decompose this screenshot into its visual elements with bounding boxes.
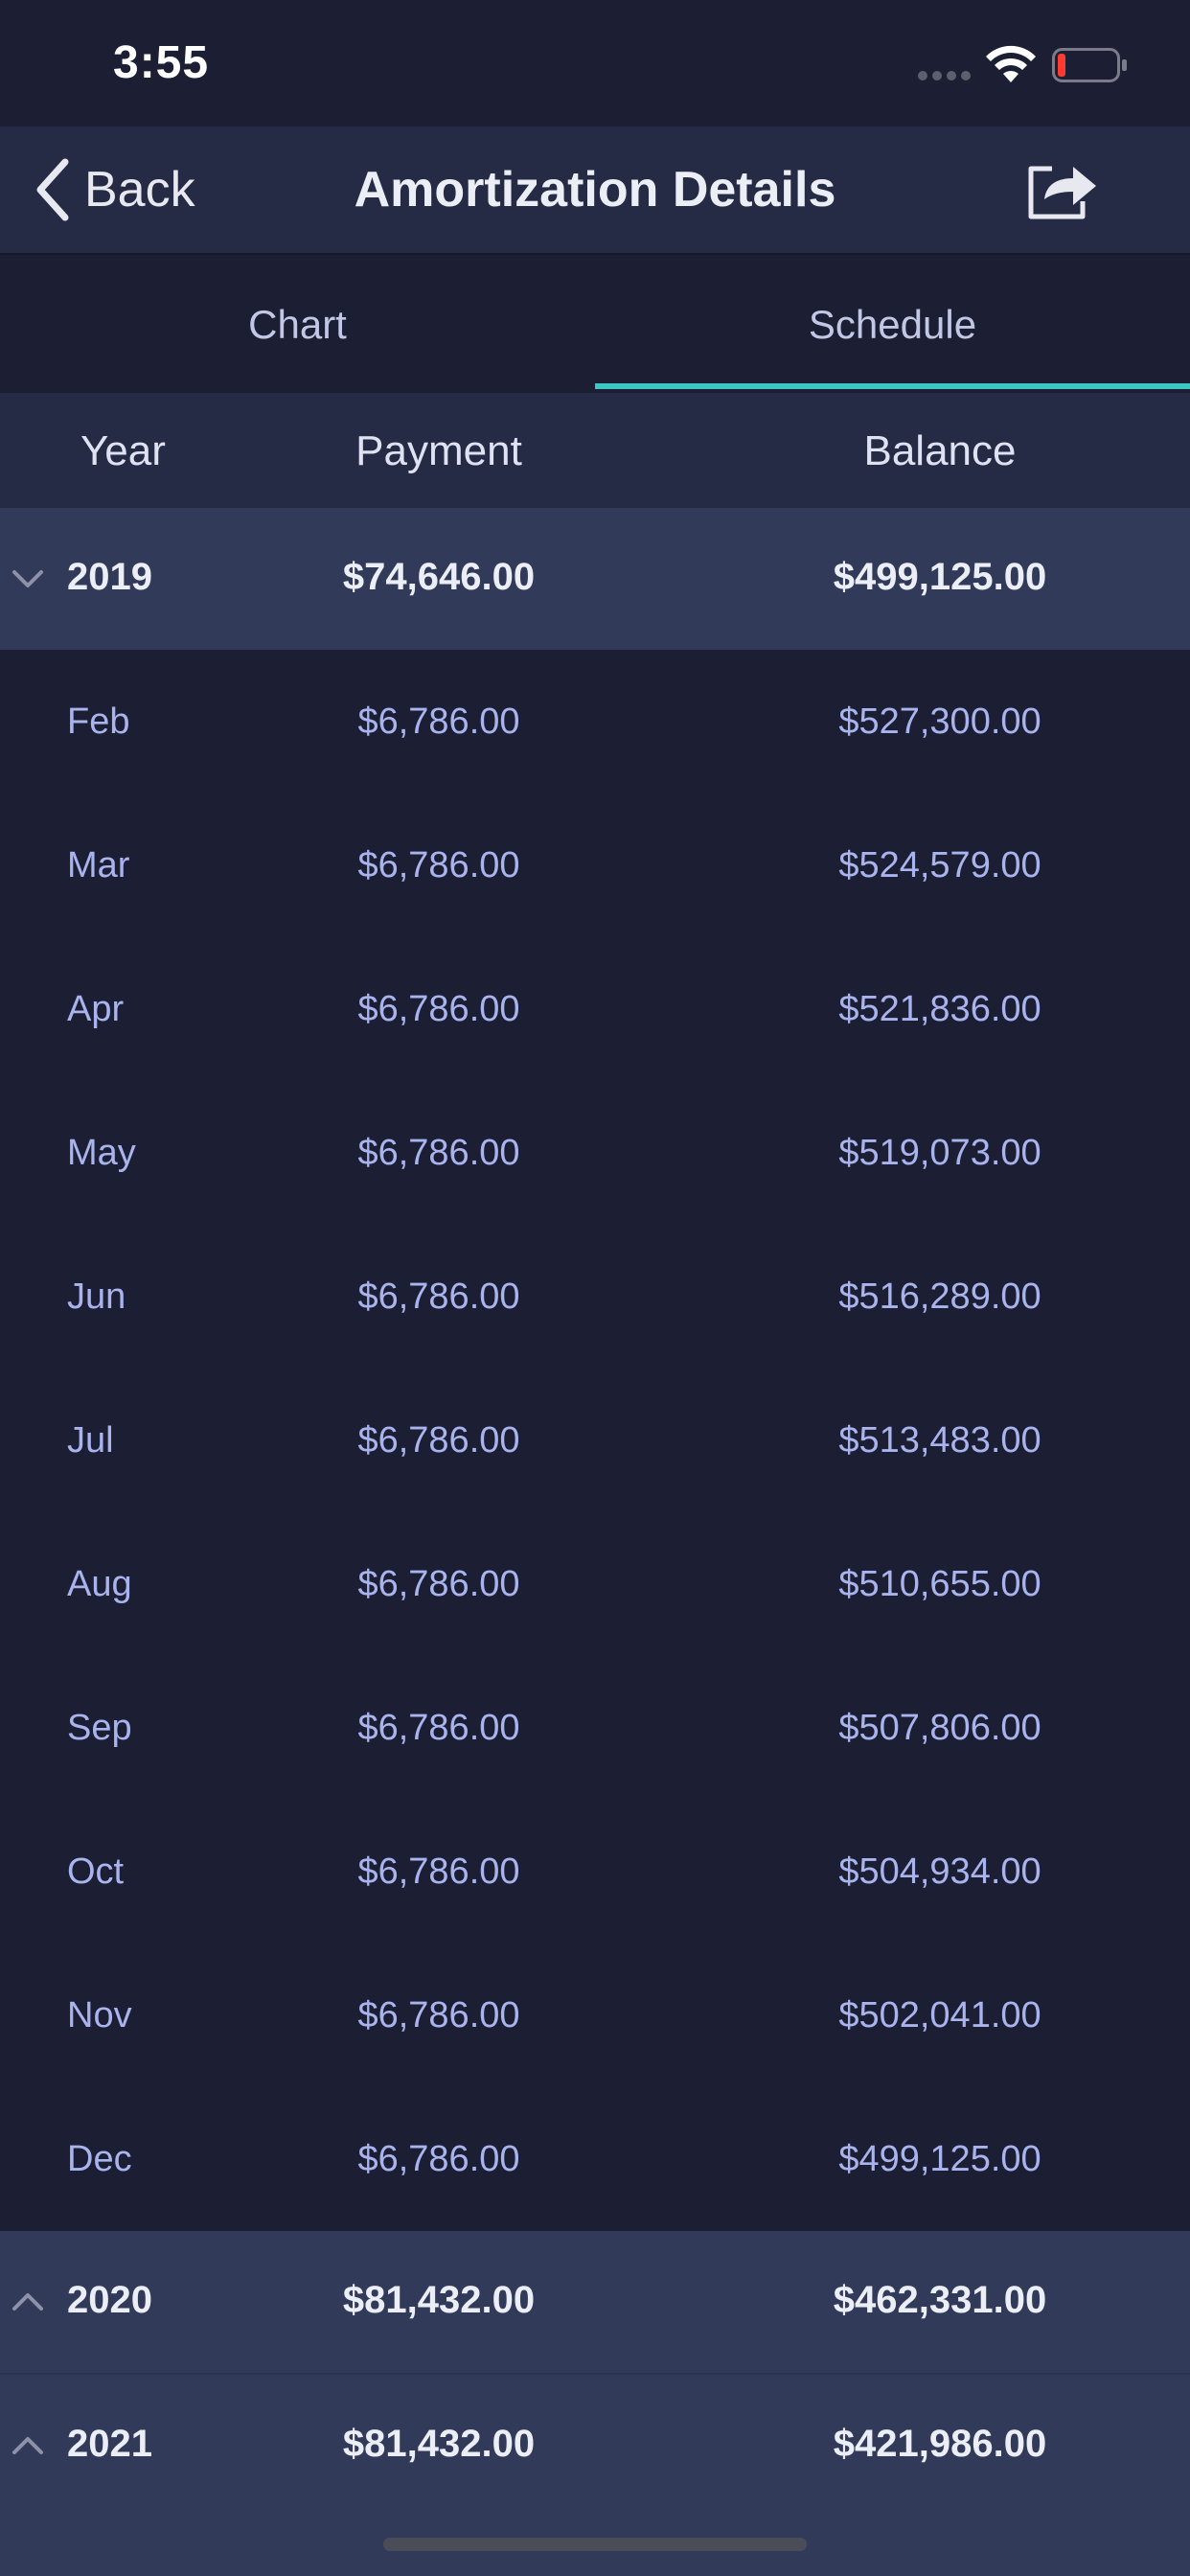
month-row: Jun $6,786.00 $516,289.00 [0, 1225, 1190, 1368]
month-payment: $6,786.00 [357, 2139, 520, 2179]
amortization-screen: 3:55 Back Amortization Details Chart Sch… [0, 0, 1190, 2576]
month-balance: $519,073.00 [838, 1133, 1041, 1173]
column-header-year: Year [80, 427, 166, 474]
year-row-2020[interactable]: 2020 $81,432.00 $462,331.00 [0, 2231, 1190, 2373]
month-payment: $6,786.00 [357, 1276, 520, 1317]
month-label: Jul [67, 1420, 114, 1460]
month-balance: $513,483.00 [838, 1420, 1041, 1460]
year-payment: $74,646.00 [342, 556, 536, 598]
month-payment: $6,786.00 [357, 1852, 520, 1892]
status-time: 3:55 [113, 37, 210, 88]
month-row: Aug $6,786.00 $510,655.00 [0, 1512, 1190, 1656]
year-balance: $421,986.00 [833, 2423, 1047, 2465]
month-row: Nov $6,786.00 $502,041.00 [0, 1944, 1190, 2087]
month-label: Dec [67, 2139, 132, 2179]
month-row: Jul $6,786.00 $513,483.00 [0, 1368, 1190, 1512]
month-balance: $507,806.00 [838, 1708, 1041, 1748]
month-row: May $6,786.00 $519,073.00 [0, 1081, 1190, 1225]
share-icon[interactable] [1023, 155, 1100, 224]
year-label: 2020 [67, 2279, 152, 2321]
year-balance: $462,331.00 [833, 2279, 1047, 2321]
wifi-icon [986, 45, 1036, 82]
month-payment: $6,786.00 [357, 1420, 520, 1460]
column-header-payment: Payment [355, 427, 522, 474]
year-row-2021[interactable]: 2021 $81,432.00 $421,986.00 [0, 2373, 1190, 2517]
month-label: Mar [67, 845, 130, 886]
month-row: Sep $6,786.00 $507,806.00 [0, 1656, 1190, 1800]
segment-tabs: Chart Schedule [0, 255, 1190, 393]
home-indicator[interactable] [383, 2538, 807, 2551]
month-payment: $6,786.00 [357, 1995, 520, 2036]
month-payment: $6,786.00 [357, 702, 520, 742]
month-row: Apr $6,786.00 $521,836.00 [0, 937, 1190, 1081]
tab-schedule[interactable]: Schedule [595, 255, 1190, 393]
year-balance: $499,125.00 [833, 556, 1047, 598]
chevron-down-icon [12, 570, 43, 587]
month-payment: $6,786.00 [357, 1708, 520, 1748]
year-payment: $81,432.00 [342, 2423, 536, 2465]
month-balance: $524,579.00 [838, 845, 1041, 886]
month-label: Feb [67, 702, 130, 742]
year-payment: $81,432.00 [342, 2279, 536, 2321]
month-row: Oct $6,786.00 $504,934.00 [0, 1800, 1190, 1944]
schedule-list: 2019 $74,646.00 $499,125.00 Feb $6,786.0… [0, 508, 1190, 2517]
month-payment: $6,786.00 [357, 989, 520, 1029]
month-label: May [67, 1133, 136, 1173]
month-label: Aug [67, 1564, 132, 1604]
year-label: 2021 [67, 2423, 152, 2465]
month-payment: $6,786.00 [357, 1133, 520, 1173]
month-row: Feb $6,786.00 $527,300.00 [0, 650, 1190, 794]
page-title: Amortization Details [354, 162, 836, 218]
tab-chart[interactable]: Chart [0, 255, 595, 393]
chevron-up-icon [12, 2437, 43, 2454]
month-label: Nov [67, 1995, 132, 2036]
month-balance: $527,300.00 [838, 702, 1041, 742]
month-balance: $504,934.00 [838, 1852, 1041, 1892]
month-balance: $521,836.00 [838, 989, 1041, 1029]
year-label: 2019 [67, 556, 152, 598]
month-balance: $499,125.00 [838, 2139, 1041, 2179]
month-balance: $502,041.00 [838, 1995, 1041, 2036]
month-label: Oct [67, 1852, 125, 1892]
navigation-bar: Back Amortization Details [0, 126, 1190, 255]
month-balance: $516,289.00 [838, 1276, 1041, 1317]
chevron-up-icon [12, 2293, 43, 2311]
cellular-signal-icon [918, 71, 972, 82]
month-payment: $6,786.00 [357, 1564, 520, 1604]
status-bar: 3:55 [0, 0, 1190, 126]
schedule-column-header: Year Payment Balance [0, 393, 1190, 508]
month-row: Dec $6,786.00 $499,125.00 [0, 2087, 1190, 2231]
column-header-balance: Balance [863, 427, 1017, 474]
month-balance: $510,655.00 [838, 1564, 1041, 1604]
month-label: Jun [67, 1276, 126, 1317]
month-payment: $6,786.00 [357, 845, 520, 886]
year-row-2019[interactable]: 2019 $74,646.00 $499,125.00 [0, 508, 1190, 650]
selected-tab-indicator [595, 383, 1190, 389]
battery-icon [1052, 48, 1127, 82]
month-label: Sep [67, 1708, 132, 1748]
month-row: Mar $6,786.00 $524,579.00 [0, 794, 1190, 937]
month-label: Apr [67, 989, 125, 1029]
